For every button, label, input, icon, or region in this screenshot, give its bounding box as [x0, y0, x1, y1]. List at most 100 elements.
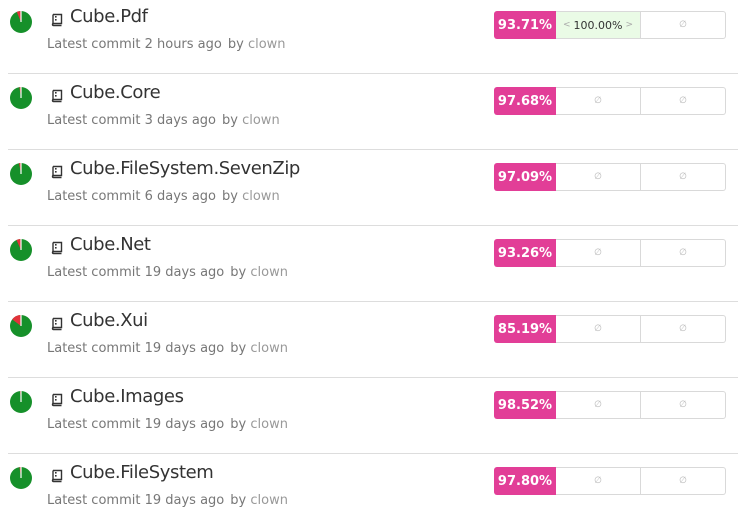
commit-meta: Latest commit 2 hours ago by clown: [47, 37, 286, 53]
repo-row: Cube.FileSystem Latest commit 19 days ago…: [0, 456, 740, 532]
empty-set-icon: ∅: [556, 239, 641, 267]
coverage-box: 97.09% ∅ ∅: [494, 163, 726, 191]
empty-set-icon: ∅: [556, 467, 641, 495]
empty-set-icon: ∅: [641, 467, 726, 495]
coverage-box: 93.71% <100.00% > ∅: [494, 11, 726, 39]
coverage-pie-icon: [9, 86, 33, 110]
commit-meta: Latest commit 19 days ago by clown: [47, 417, 288, 433]
arrow-right-icon: >: [625, 20, 634, 30]
commit-prefix: Latest commit: [47, 265, 141, 280]
coverage-badge[interactable]: 97.68%: [494, 87, 556, 115]
coverage-pie-icon: [9, 466, 33, 490]
empty-set-icon: ∅: [641, 11, 726, 39]
by-label: by: [227, 37, 244, 52]
repo-row: Cube.Xui Latest commit 19 days ago by clow…: [0, 304, 740, 380]
empty-set-icon: ∅: [556, 163, 641, 191]
commit-meta: Latest commit 6 days ago by clown: [47, 189, 280, 205]
row-divider: [8, 453, 738, 454]
coverage-diff-value: 100.00%: [573, 18, 623, 32]
commit-meta: Latest commit 19 days ago by clown: [47, 493, 288, 509]
by-label: by: [230, 341, 247, 356]
repo-name-link[interactable]: Cube.Core: [70, 82, 161, 104]
commit-age: 3 days ago: [144, 113, 216, 128]
commit-meta: Latest commit 19 days ago by clown: [47, 265, 288, 281]
author-link[interactable]: clown: [250, 417, 288, 432]
empty-set-icon: ∅: [641, 239, 726, 267]
row-divider: [8, 301, 738, 302]
coverage-pie-icon: [9, 10, 33, 34]
coverage-box: 97.68% ∅ ∅: [494, 87, 726, 115]
repo-book-icon: [50, 165, 64, 179]
commit-age: 19 days ago: [144, 417, 225, 432]
coverage-pie-icon: [9, 314, 33, 338]
empty-set-icon: ∅: [641, 391, 726, 419]
row-divider: [8, 377, 738, 378]
coverage-badge[interactable]: 97.80%: [494, 467, 556, 495]
commit-age: 2 hours ago: [144, 37, 222, 52]
coverage-badge[interactable]: 97.09%: [494, 163, 556, 191]
arrow-left-icon: <: [562, 20, 571, 30]
commit-prefix: Latest commit: [47, 341, 141, 356]
coverage-badge[interactable]: 98.52%: [494, 391, 556, 419]
empty-set-icon: ∅: [641, 163, 726, 191]
repo-row: Cube.Images Latest commit 19 days ago by c…: [0, 380, 740, 456]
commit-age: 19 days ago: [144, 341, 225, 356]
by-label: by: [222, 189, 238, 204]
commit-prefix: Latest commit: [47, 417, 141, 432]
commit-prefix: Latest commit: [47, 113, 141, 128]
repo-name-link[interactable]: Cube.Images: [70, 386, 184, 408]
by-label: by: [222, 113, 238, 128]
repo-name-link[interactable]: Cube.Net: [70, 234, 151, 256]
repo-name-link[interactable]: Cube.FileSystem: [70, 462, 214, 484]
coverage-badge[interactable]: 85.19%: [494, 315, 556, 343]
repo-name-link[interactable]: Cube.Pdf: [70, 6, 148, 28]
coverage-diff-cell[interactable]: <100.00% >: [556, 11, 641, 39]
coverage-box: 93.26% ∅ ∅: [494, 239, 726, 267]
empty-set-icon: ∅: [556, 87, 641, 115]
coverage-box: 97.80% ∅ ∅: [494, 467, 726, 495]
row-divider: [8, 149, 738, 150]
repo-book-icon: [50, 13, 64, 27]
by-label: by: [230, 493, 247, 508]
row-divider: [8, 73, 738, 74]
author-link[interactable]: clown: [250, 265, 288, 280]
commit-age: 19 days ago: [144, 493, 225, 508]
repo-row: Cube.Net Latest commit 19 days ago by clow…: [0, 228, 740, 304]
coverage-pie-icon: [9, 162, 33, 186]
author-link[interactable]: clown: [242, 113, 280, 128]
by-label: by: [230, 265, 247, 280]
commit-meta: Latest commit 19 days ago by clown: [47, 341, 288, 357]
coverage-box: 98.52% ∅ ∅: [494, 391, 726, 419]
empty-set-icon: ∅: [556, 315, 641, 343]
coverage-pie-icon: [9, 390, 33, 414]
empty-set-icon: ∅: [641, 87, 726, 115]
repo-row: Cube.Pdf Latest commit 2 hours ago by clow…: [0, 0, 740, 76]
commit-prefix: Latest commit: [47, 493, 141, 508]
coverage-badge[interactable]: 93.71%: [494, 11, 556, 39]
repo-book-icon: [50, 241, 64, 255]
author-link[interactable]: clown: [248, 37, 286, 52]
author-link[interactable]: clown: [250, 493, 288, 508]
row-divider: [8, 225, 738, 226]
repo-book-icon: [50, 393, 64, 407]
author-link[interactable]: clown: [242, 189, 280, 204]
commit-age: 6 days ago: [144, 189, 216, 204]
repo-name-link[interactable]: Cube.FileSystem.SevenZip: [70, 158, 300, 180]
repo-book-icon: [50, 317, 64, 331]
commit-meta: Latest commit 3 days ago by clown: [47, 113, 280, 129]
empty-set-icon: ∅: [641, 315, 726, 343]
repo-name-link[interactable]: Cube.Xui: [70, 310, 148, 332]
coverage-badge[interactable]: 93.26%: [494, 239, 556, 267]
repo-row: Cube.FileSystem.SevenZip Latest commit 6 …: [0, 152, 740, 228]
repository-list: Cube.Pdf Latest commit 2 hours ago by clow…: [0, 0, 740, 520]
empty-set-icon: ∅: [556, 391, 641, 419]
author-link[interactable]: clown: [250, 341, 288, 356]
commit-age: 19 days ago: [144, 265, 225, 280]
repo-book-icon: [50, 89, 64, 103]
coverage-box: 85.19% ∅ ∅: [494, 315, 726, 343]
repo-row: Cube.Core Latest commit 3 days ago by clow…: [0, 76, 740, 152]
by-label: by: [230, 417, 247, 432]
commit-prefix: Latest commit: [47, 189, 141, 204]
commit-prefix: Latest commit: [47, 37, 141, 52]
coverage-pie-icon: [9, 238, 33, 262]
